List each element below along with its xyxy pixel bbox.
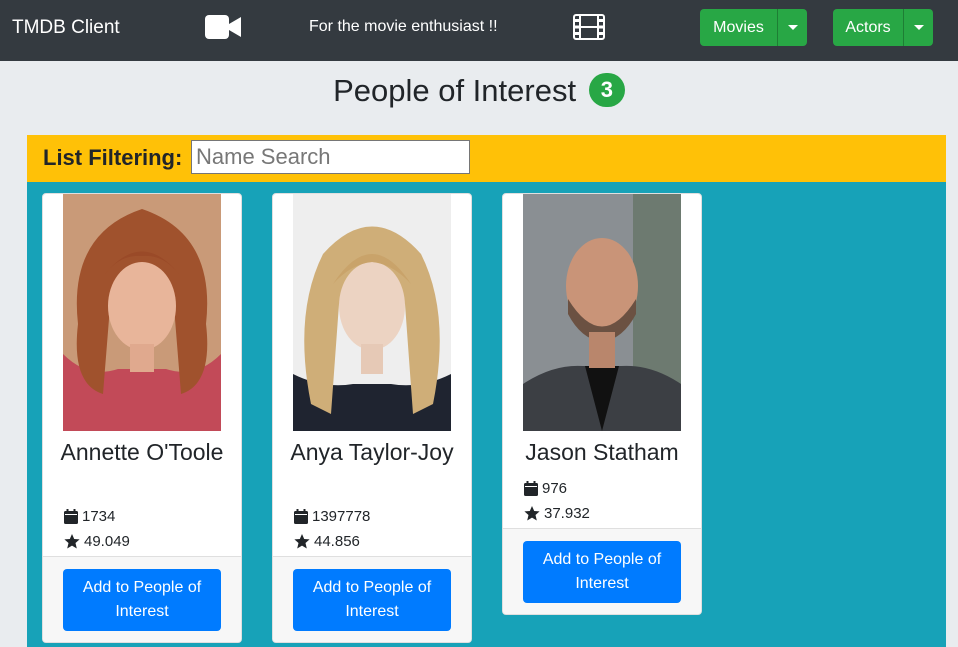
person-count-value: 976 bbox=[542, 480, 568, 497]
add-to-people-of-interest-button[interactable]: Add to People of Interest bbox=[523, 541, 681, 603]
person-card: Anya Taylor-Joy 1397778 44.856 Add to Pe… bbox=[272, 193, 472, 643]
add-to-people-of-interest-button[interactable]: Add to People of Interest bbox=[63, 569, 221, 631]
tagline: For the movie enthusiast !! bbox=[309, 18, 498, 35]
calendar-icon bbox=[524, 481, 538, 496]
movies-button[interactable]: Movies bbox=[700, 9, 777, 46]
caret-down-icon bbox=[913, 25, 924, 30]
card-footer: Add to People of Interest bbox=[503, 528, 701, 614]
film-icon bbox=[573, 14, 605, 40]
person-count: 976 bbox=[524, 480, 567, 497]
calendar-icon bbox=[64, 509, 78, 524]
person-popularity: 37.932 bbox=[524, 505, 590, 522]
person-popularity-value: 49.049 bbox=[84, 533, 130, 550]
person-card: Jason Statham 976 37.932 Add to People o… bbox=[502, 193, 702, 615]
page-title: People of Interest 3 bbox=[0, 73, 958, 109]
navbar: TMDB Client For the movie enthusiast !! … bbox=[0, 0, 958, 61]
brand-title[interactable]: TMDB Client bbox=[12, 17, 120, 39]
caret-down-icon bbox=[787, 25, 798, 30]
actors-button[interactable]: Actors bbox=[833, 9, 903, 46]
filter-bar: List Filtering: bbox=[27, 135, 946, 182]
person-photo bbox=[293, 194, 451, 431]
person-name[interactable]: Anya Taylor-Joy bbox=[273, 438, 471, 466]
person-count: 1734 bbox=[64, 508, 115, 525]
person-popularity: 44.856 bbox=[294, 533, 360, 550]
count-badge: 3 bbox=[588, 73, 625, 107]
star-icon bbox=[524, 506, 540, 521]
card-footer: Add to People of Interest bbox=[43, 556, 241, 642]
person-photo bbox=[63, 194, 221, 431]
person-card: Annette O'Toole 1734 49.049 Add to Peopl… bbox=[42, 193, 242, 643]
star-icon bbox=[64, 534, 80, 549]
video-camera-icon bbox=[205, 15, 241, 39]
actors-dropdown-toggle[interactable] bbox=[903, 9, 933, 46]
page-title-text: People of Interest bbox=[333, 73, 577, 108]
movies-dropdown-toggle[interactable] bbox=[777, 9, 807, 46]
card-footer: Add to People of Interest bbox=[273, 556, 471, 642]
calendar-icon bbox=[294, 509, 308, 524]
person-count: 1397778 bbox=[294, 508, 370, 525]
person-count-value: 1397778 bbox=[312, 508, 371, 525]
person-count-value: 1734 bbox=[82, 508, 116, 525]
person-popularity-value: 37.932 bbox=[544, 505, 590, 522]
name-search-input[interactable] bbox=[191, 140, 470, 174]
filter-label: List Filtering: bbox=[43, 145, 183, 170]
star-icon bbox=[294, 534, 310, 549]
actors-button-group: Actors bbox=[833, 9, 933, 46]
movies-button-group: Movies bbox=[700, 9, 807, 46]
person-photo bbox=[523, 194, 681, 431]
person-popularity: 49.049 bbox=[64, 533, 130, 550]
add-to-people-of-interest-button[interactable]: Add to People of Interest bbox=[293, 569, 451, 631]
person-name[interactable]: Jason Statham bbox=[503, 438, 701, 466]
person-popularity-value: 44.856 bbox=[314, 533, 360, 550]
person-name[interactable]: Annette O'Toole bbox=[43, 438, 241, 466]
